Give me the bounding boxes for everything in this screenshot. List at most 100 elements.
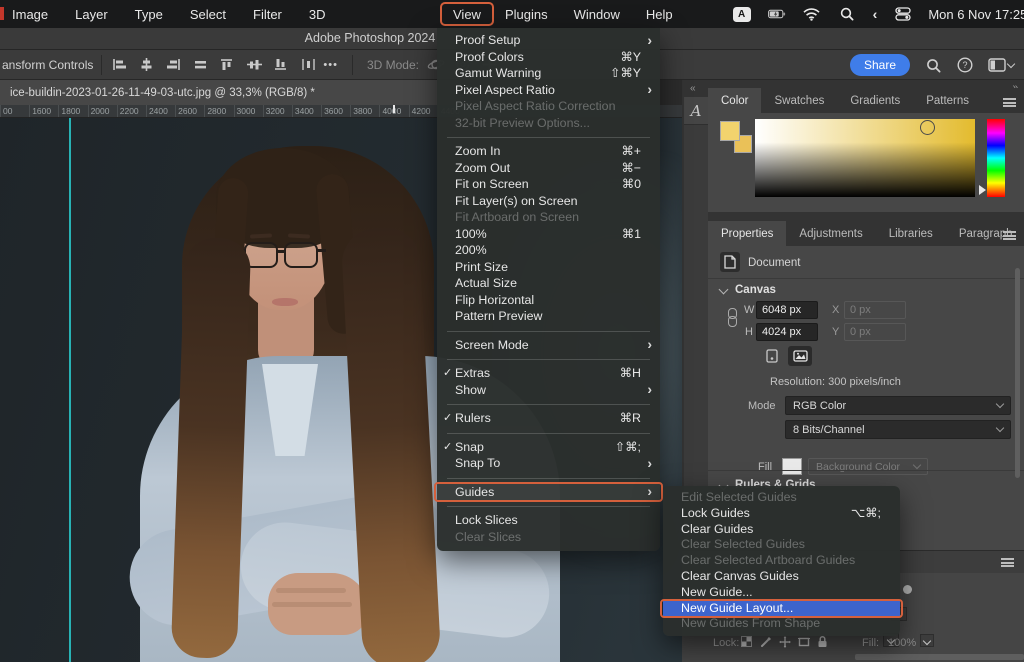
panel-menu-icon[interactable] <box>1001 558 1014 567</box>
menubar-item[interactable]: Select <box>190 7 226 22</box>
portrait-orientation-button[interactable] <box>760 346 784 366</box>
submenu-item[interactable]: Edit Selected Guides <box>663 490 900 506</box>
search-icon[interactable] <box>924 57 942 73</box>
menu-item[interactable]: 32-bit Preview Options... <box>437 115 660 132</box>
menu-item[interactable] <box>437 398 660 410</box>
menu-item[interactable]: Proof Colors ⌘Y <box>437 49 660 66</box>
battery-icon[interactable] <box>768 6 786 22</box>
chevron-down-icon[interactable] <box>719 285 729 295</box>
menu-item[interactable]: Zoom In ⌘+ <box>437 143 660 160</box>
menu-item[interactable]: Print Size <box>437 259 660 276</box>
menu-item[interactable]: Zoom Out ⌘− <box>437 160 660 177</box>
align-left-edges-icon[interactable] <box>110 57 128 73</box>
submenu-item[interactable]: Clear Canvas Guides <box>663 569 900 585</box>
color-mode-dropdown[interactable]: RGB Color <box>785 396 1011 415</box>
menu-item[interactable]: Fit on Screen ⌘0 <box>437 176 660 193</box>
submenu-item[interactable]: Clear Selected Artboard Guides <box>663 553 900 569</box>
more-options-icon[interactable]: ••• <box>323 59 338 71</box>
canvas-guide-vertical[interactable] <box>69 118 71 662</box>
menu-item[interactable]: Guides <box>437 484 660 501</box>
submenu-item[interactable]: Clear Selected Guides <box>663 537 900 553</box>
menu-item[interactable] <box>437 472 660 484</box>
view-menu-button[interactable]: View <box>440 2 494 26</box>
menubar-item[interactable]: Filter <box>253 7 282 22</box>
control-center-icon[interactable] <box>894 6 912 22</box>
menu-item[interactable]: Pattern Preview <box>437 308 660 325</box>
panel-menu-icon[interactable] <box>1003 98 1016 107</box>
menu-item[interactable]: 200% <box>437 242 660 259</box>
show-transform-controls-label[interactable]: ansform Controls <box>0 58 93 72</box>
menu-item[interactable] <box>437 325 660 337</box>
horizontal-scrollbar[interactable] <box>855 654 1024 660</box>
input-source-icon[interactable]: A <box>733 7 751 22</box>
menu-item[interactable] <box>437 427 660 439</box>
menu-item[interactable]: Clear Slices <box>437 529 660 546</box>
menu-item[interactable]: Show <box>437 382 660 399</box>
menu-item[interactable]: 100% ⌘1 <box>437 226 660 243</box>
panel-tab[interactable]: Properties <box>708 221 786 246</box>
panel-scrollbar[interactable] <box>1015 268 1020 478</box>
menubar-clock[interactable]: Mon 6 Nov 17:25 <box>928 7 1024 22</box>
menu-item[interactable]: Rulers ⌘R <box>437 410 660 427</box>
layer-fill-value[interactable]: 100% <box>888 637 916 649</box>
submenu-item[interactable]: New Guide Layout... <box>663 601 900 617</box>
height-field[interactable]: 4024 px <box>756 323 818 341</box>
menu-item[interactable]: Extras ⌘H <box>437 365 660 382</box>
bit-depth-dropdown[interactable]: 8 Bits/Channel <box>785 420 1011 439</box>
hue-slider[interactable] <box>987 119 1005 197</box>
share-button[interactable]: Share <box>850 54 910 76</box>
align-right-edges-icon[interactable] <box>164 57 182 73</box>
menu-item[interactable] <box>437 500 660 512</box>
menu-item[interactable]: Proof Setup <box>437 32 660 49</box>
panel-tab[interactable]: Swatches <box>761 88 837 113</box>
character-panel-icon[interactable]: A <box>684 97 708 125</box>
width-field[interactable]: 6048 px <box>756 301 818 319</box>
lock-position-icon[interactable] <box>778 635 791 648</box>
menu-item[interactable]: Fit Artboard on Screen <box>437 209 660 226</box>
canvas-section-title[interactable]: Canvas <box>735 284 776 296</box>
color-picker-ring[interactable] <box>920 120 935 135</box>
lock-image-pixels-icon[interactable] <box>759 635 772 648</box>
panel-tab[interactable]: Libraries <box>876 221 946 246</box>
menu-item[interactable]: Pixel Aspect Ratio <box>437 82 660 99</box>
menubar-item[interactable]: Layer <box>75 7 108 22</box>
help-icon[interactable]: ? <box>956 57 974 73</box>
document-tab[interactable]: ice-buildin-2023-01-26-11-49-03-utc.jpg … <box>0 80 462 105</box>
color-saturation-field[interactable] <box>755 119 975 197</box>
landscape-orientation-button[interactable] <box>788 346 812 366</box>
chevron-left-icon[interactable]: ‹ <box>873 7 878 21</box>
lock-artboard-icon[interactable] <box>797 635 810 648</box>
panel-tab[interactable]: Patterns <box>913 88 982 113</box>
menu-item[interactable]: Snap ⇧⌘; <box>437 439 660 456</box>
submenu-item[interactable]: New Guides From Shape <box>663 616 900 632</box>
menu-item[interactable]: Flip Horizontal <box>437 292 660 309</box>
menubar-item[interactable]: Image <box>12 7 48 22</box>
submenu-item[interactable]: Lock Guides ⌥⌘; <box>663 506 900 522</box>
menubar-item[interactable]: Help <box>646 7 673 22</box>
submenu-item[interactable]: Clear Guides <box>663 522 900 538</box>
panel-tab[interactable]: Adjustments <box>786 221 875 246</box>
menu-item[interactable]: Fit Layer(s) on Screen <box>437 193 660 210</box>
panel-tab[interactable]: Color <box>708 88 761 113</box>
wifi-icon[interactable] <box>803 6 821 22</box>
panel-menu-icon[interactable] <box>1003 231 1016 240</box>
panel-tab[interactable]: Gradients <box>837 88 913 113</box>
submenu-item[interactable]: New Guide... <box>663 585 900 601</box>
menubar-item[interactable]: 3D <box>309 7 326 22</box>
menubar-item[interactable]: Window <box>574 7 620 22</box>
distribute-spacing-icon[interactable] <box>299 57 317 73</box>
fill-color-swatch[interactable] <box>782 458 802 475</box>
menu-item[interactable]: Snap To <box>437 455 660 472</box>
lock-all-icon[interactable] <box>816 635 829 648</box>
align-vertical-centers-icon[interactable] <box>245 57 263 73</box>
collapse-left-arrows[interactable]: « <box>684 80 708 97</box>
align-top-edges-icon[interactable] <box>218 57 236 73</box>
lock-transparent-pixels-icon[interactable] <box>740 635 753 648</box>
fill-percent-dropdown-stub[interactable] <box>920 634 934 647</box>
menu-item[interactable] <box>437 131 660 143</box>
menu-item[interactable]: Gamut Warning ⇧⌘Y <box>437 65 660 82</box>
menu-item[interactable]: Actual Size <box>437 275 660 292</box>
align-horizontal-centers-icon[interactable] <box>137 57 155 73</box>
hue-slider-pointer[interactable] <box>979 185 986 195</box>
link-dimensions-icon[interactable] <box>728 308 737 327</box>
